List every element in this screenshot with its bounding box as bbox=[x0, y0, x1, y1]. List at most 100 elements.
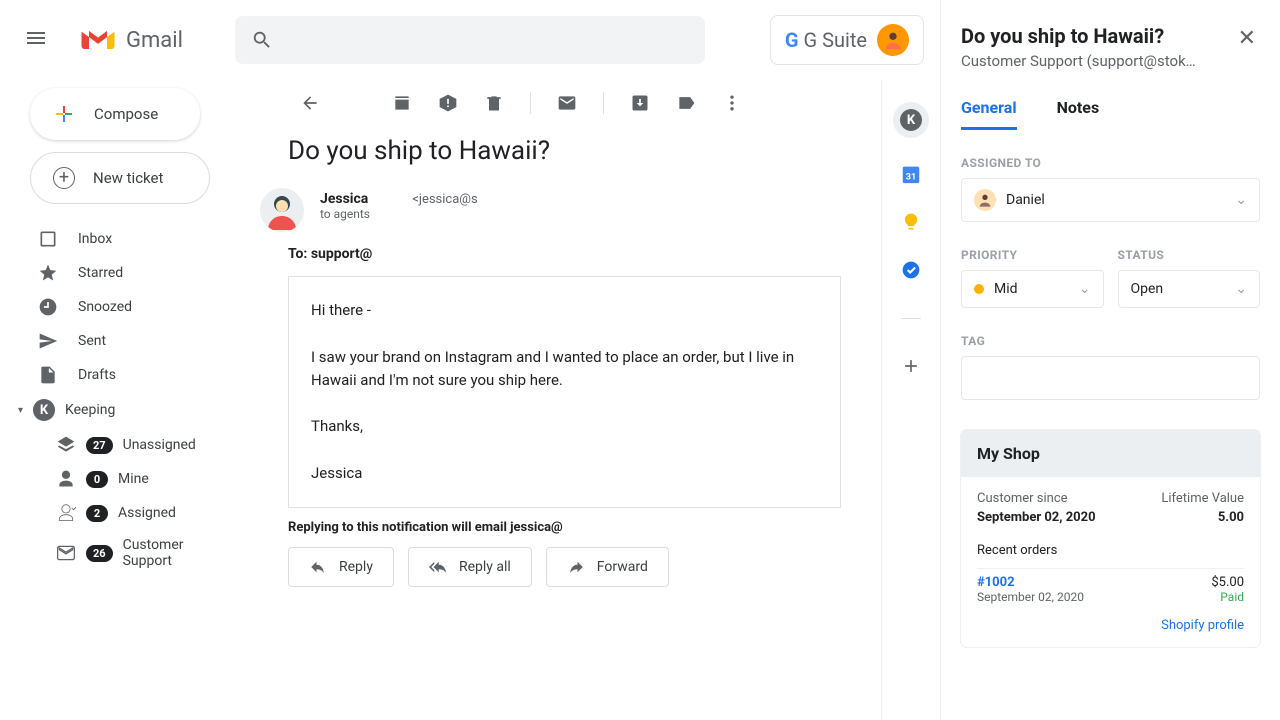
sidebar-item-label: Customer Support bbox=[123, 537, 236, 569]
forward-button[interactable]: Forward bbox=[546, 547, 669, 587]
trash-icon[interactable] bbox=[484, 93, 504, 113]
search-input[interactable] bbox=[235, 16, 705, 64]
sidebar-item-label: Starred bbox=[78, 265, 123, 281]
send-icon bbox=[38, 331, 58, 351]
avatar[interactable] bbox=[877, 24, 909, 56]
sidebar-item-inbox[interactable]: Inbox bbox=[8, 222, 252, 256]
sidebar-item-customer-support[interactable]: 26 Customer Support bbox=[8, 530, 252, 576]
ticket-panel: Do you ship to Hawaii? Customer Support … bbox=[940, 0, 1280, 720]
sender-name: Jessica bbox=[320, 191, 368, 207]
add-rail-icon[interactable] bbox=[899, 354, 923, 378]
gsuite-label: G Suite bbox=[804, 28, 868, 52]
brand-name: Gmail bbox=[126, 28, 183, 53]
reply-icon bbox=[309, 558, 327, 576]
reply-button[interactable]: Reply bbox=[288, 547, 394, 587]
sidebar-item-unassigned[interactable]: 27 Unassigned bbox=[8, 428, 252, 462]
layers-icon bbox=[56, 435, 76, 455]
compose-label: Compose bbox=[94, 105, 158, 123]
tag-label: TAG bbox=[961, 334, 1260, 348]
tab-notes[interactable]: Notes bbox=[1057, 98, 1100, 130]
priority-value: Mid bbox=[994, 281, 1018, 297]
compose-button[interactable]: Compose bbox=[30, 88, 200, 140]
sidebar: Compose + New ticket Inbox Starred Snooz… bbox=[0, 80, 260, 720]
order-status: Paid bbox=[1211, 590, 1244, 604]
sidebar-item-label: Snoozed bbox=[78, 299, 132, 315]
sidebar-item-starred[interactable]: Starred bbox=[8, 256, 252, 290]
close-icon[interactable]: ✕ bbox=[1234, 24, 1260, 53]
assigned-to-dropdown[interactable]: Daniel ⌄ bbox=[961, 178, 1260, 222]
forward-label: Forward bbox=[597, 559, 648, 575]
caret-icon: ▾ bbox=[18, 405, 23, 416]
divider-rail bbox=[899, 306, 923, 330]
hamburger-menu[interactable] bbox=[16, 18, 56, 62]
priority-label: PRIORITY bbox=[961, 248, 1104, 262]
count-badge: 27 bbox=[86, 437, 113, 454]
right-rail: K 31 bbox=[882, 80, 940, 720]
reply-all-label: Reply all bbox=[459, 559, 511, 575]
mark-unread-icon[interactable] bbox=[557, 93, 577, 113]
gsuite-badge[interactable]: G G Suite bbox=[770, 15, 924, 65]
priority-dot-icon bbox=[974, 284, 984, 294]
tray-icon bbox=[56, 543, 76, 563]
sidebar-item-label: Unassigned bbox=[123, 437, 196, 453]
chevron-down-icon: ⌄ bbox=[1235, 281, 1247, 297]
ltv-value: 5.00 bbox=[1218, 510, 1244, 525]
keeping-label: Keeping bbox=[65, 402, 115, 418]
move-to-icon[interactable] bbox=[630, 93, 650, 113]
archive-icon[interactable] bbox=[392, 93, 412, 113]
sidebar-item-assigned[interactable]: 2 Assigned bbox=[8, 496, 252, 530]
reply-all-button[interactable]: Reply all bbox=[408, 547, 532, 587]
sidebar-item-mine[interactable]: 0 Mine bbox=[8, 462, 252, 496]
keeping-rail-icon[interactable]: K bbox=[893, 102, 929, 138]
tasks-rail-icon[interactable] bbox=[899, 258, 923, 282]
sidebar-item-keeping[interactable]: ▾ K Keeping bbox=[8, 392, 252, 428]
assignee-avatar bbox=[974, 189, 996, 211]
recent-orders-label: Recent orders bbox=[977, 543, 1244, 558]
status-dropdown[interactable]: Open ⌄ bbox=[1118, 270, 1261, 308]
label-icon[interactable] bbox=[676, 93, 696, 113]
keep-rail-icon[interactable] bbox=[899, 210, 923, 234]
order-id[interactable]: #1002 bbox=[977, 575, 1084, 590]
assigned-to-label: ASSIGNED TO bbox=[961, 156, 1260, 170]
circle-plus-icon: + bbox=[53, 167, 75, 189]
calendar-rail-icon[interactable]: 31 bbox=[899, 162, 923, 186]
separator bbox=[530, 92, 531, 114]
order-date: September 02, 2020 bbox=[977, 590, 1084, 604]
plus-icon bbox=[52, 102, 76, 126]
separator bbox=[603, 92, 604, 114]
priority-dropdown[interactable]: Mid ⌄ bbox=[961, 270, 1104, 308]
gmail-brand: Gmail bbox=[80, 26, 183, 54]
count-badge: 2 bbox=[86, 505, 108, 522]
sidebar-item-label: Drafts bbox=[78, 367, 116, 383]
chevron-down-icon: ⌄ bbox=[1235, 192, 1247, 208]
sidebar-item-label: Mine bbox=[118, 471, 149, 487]
tag-input[interactable] bbox=[961, 356, 1260, 400]
keeping-logo-icon: K bbox=[33, 399, 55, 421]
tab-general[interactable]: General bbox=[961, 98, 1017, 130]
to-line: To: support@ bbox=[280, 238, 871, 276]
sender-recipients: to agents bbox=[320, 207, 478, 221]
search-icon bbox=[251, 29, 273, 51]
count-badge: 26 bbox=[86, 545, 113, 562]
sidebar-item-snoozed[interactable]: Snoozed bbox=[8, 290, 252, 324]
assignee-name: Daniel bbox=[1006, 192, 1045, 208]
new-ticket-button[interactable]: + New ticket bbox=[30, 152, 210, 204]
spam-icon[interactable] bbox=[438, 93, 458, 113]
file-icon bbox=[38, 365, 58, 385]
gmail-logo-icon bbox=[80, 26, 116, 54]
panel-title: Do you ship to Hawaii? bbox=[961, 24, 1196, 48]
person-check-icon bbox=[56, 503, 76, 523]
person-icon bbox=[56, 469, 76, 489]
sidebar-item-drafts[interactable]: Drafts bbox=[8, 358, 252, 392]
sidebar-item-label: Assigned bbox=[118, 505, 176, 521]
shop-card: My Shop Customer since Lifetime Value Se… bbox=[961, 430, 1260, 647]
customer-since-value: September 02, 2020 bbox=[977, 510, 1096, 525]
shopify-profile-link[interactable]: Shopify profile bbox=[977, 618, 1244, 633]
mail-toolbar bbox=[260, 80, 871, 126]
sidebar-item-sent[interactable]: Sent bbox=[8, 324, 252, 358]
back-icon[interactable] bbox=[300, 93, 320, 113]
customer-since-label: Customer since bbox=[977, 491, 1068, 506]
forward-icon bbox=[567, 558, 585, 576]
more-icon[interactable] bbox=[722, 93, 742, 113]
status-value: Open bbox=[1131, 281, 1164, 297]
